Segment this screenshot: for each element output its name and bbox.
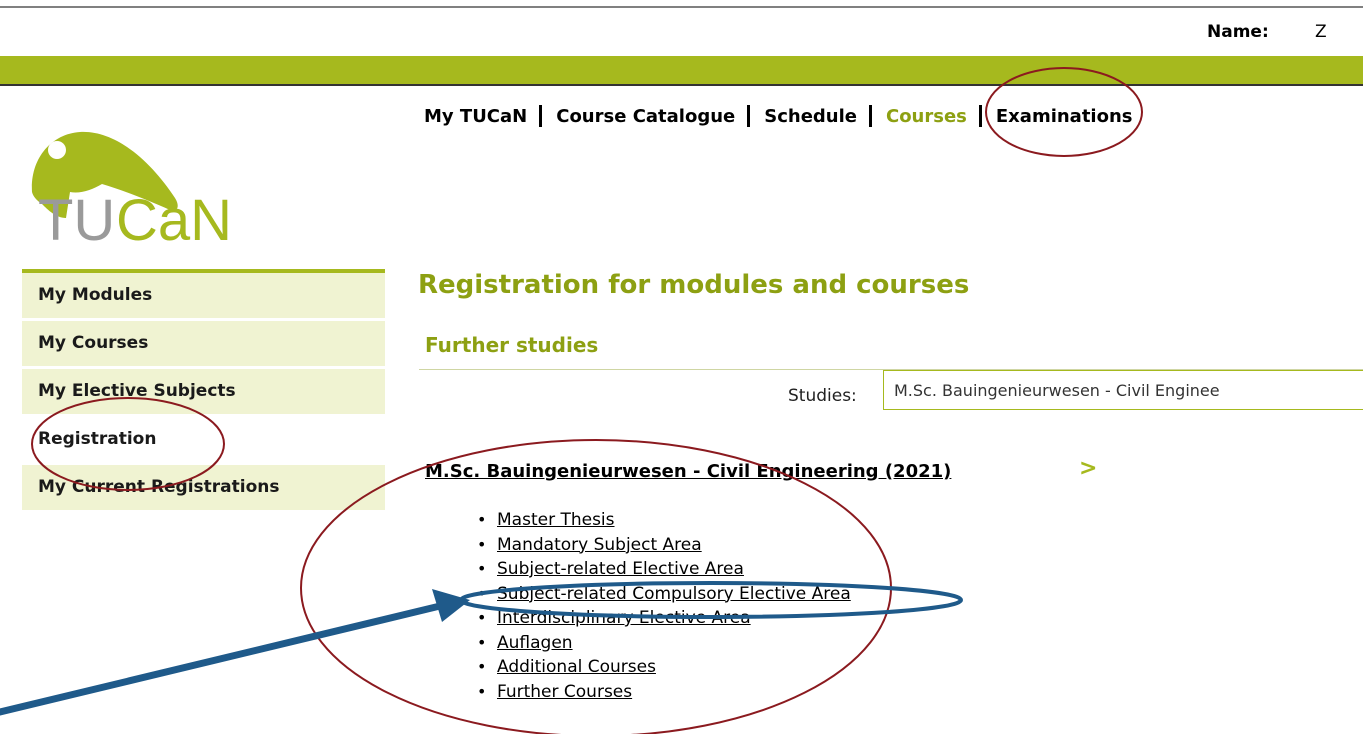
expand-arrow-icon[interactable]: > <box>1079 456 1097 481</box>
list-item: Mandatory Subject Area <box>477 533 851 558</box>
nav-course-catalogue[interactable]: Course Catalogue <box>556 106 735 127</box>
area-link-master-thesis[interactable]: Master Thesis <box>497 510 615 530</box>
header-divider <box>0 84 1363 86</box>
list-item: Additional Courses <box>477 655 851 680</box>
list-item: Subject-related Elective Area <box>477 557 851 582</box>
nav-separator <box>539 105 543 127</box>
list-item: Further Courses <box>477 680 851 705</box>
sidebar-item-my-courses[interactable]: My Courses <box>22 321 385 366</box>
nav-schedule[interactable]: Schedule <box>764 106 857 127</box>
annotation-arrow-head-icon <box>432 589 470 622</box>
area-link-subject-related-elective-area[interactable]: Subject-related Elective Area <box>497 559 744 579</box>
area-link-mandatory-subject-area[interactable]: Mandatory Subject Area <box>497 535 702 555</box>
top-border <box>0 6 1363 8</box>
tucan-logo[interactable]: TU CaN <box>30 120 280 260</box>
nav-examinations[interactable]: Examinations <box>996 106 1133 127</box>
page-title: Registration for modules and courses <box>418 270 970 300</box>
nav-courses[interactable]: Courses <box>886 106 967 127</box>
area-list: Master Thesis Mandatory Subject Area Sub… <box>477 508 851 705</box>
nav-my-tucan[interactable]: My TUCaN <box>424 106 527 127</box>
area-link-additional-courses[interactable]: Additional Courses <box>497 657 656 677</box>
sidebar-item-registration[interactable]: Registration <box>22 417 385 462</box>
list-item: Interdisciplinary Elective Area <box>477 606 851 631</box>
user-name-label: Name: <box>1207 22 1269 42</box>
nav-separator <box>868 105 872 127</box>
sidebar: My Modules My Courses My Elective Subjec… <box>22 269 385 513</box>
section-subtitle: Further studies <box>425 333 599 357</box>
sidebar-item-my-current-registrations[interactable]: My Current Registrations <box>22 465 385 510</box>
area-link-subject-related-compulsory-elective-area[interactable]: Subject-related Compulsory Elective Area <box>497 584 851 604</box>
logo-text-tu: TU <box>38 188 115 253</box>
area-link-interdisciplinary-elective-area[interactable]: Interdisciplinary Elective Area <box>497 608 751 628</box>
sidebar-item-my-elective-subjects[interactable]: My Elective Subjects <box>22 369 385 414</box>
nav-separator <box>978 105 982 127</box>
studies-label: Studies: <box>788 386 857 406</box>
program-link[interactable]: M.Sc. Bauingenieurwesen - Civil Engineer… <box>425 461 951 482</box>
sidebar-item-my-modules[interactable]: My Modules <box>22 273 385 318</box>
studies-select[interactable]: M.Sc. Bauingenieurwesen - Civil Enginee <box>883 370 1363 410</box>
list-item: Master Thesis <box>477 508 851 533</box>
nav-separator <box>747 105 751 127</box>
annotation-arrow-line <box>0 602 444 716</box>
header-green-bar <box>0 56 1363 84</box>
area-link-auflagen[interactable]: Auflagen <box>497 633 573 653</box>
list-item: Subject-related Compulsory Elective Area <box>477 582 851 607</box>
toucan-logo-icon: TU CaN <box>31 131 232 253</box>
area-link-further-courses[interactable]: Further Courses <box>497 682 632 702</box>
user-name-value: Z <box>1315 22 1327 42</box>
main-navigation: My TUCaN Course Catalogue Schedule Cours… <box>424 103 1133 129</box>
logo-text-can: CaN <box>116 188 232 253</box>
list-item: Auflagen <box>477 631 851 656</box>
